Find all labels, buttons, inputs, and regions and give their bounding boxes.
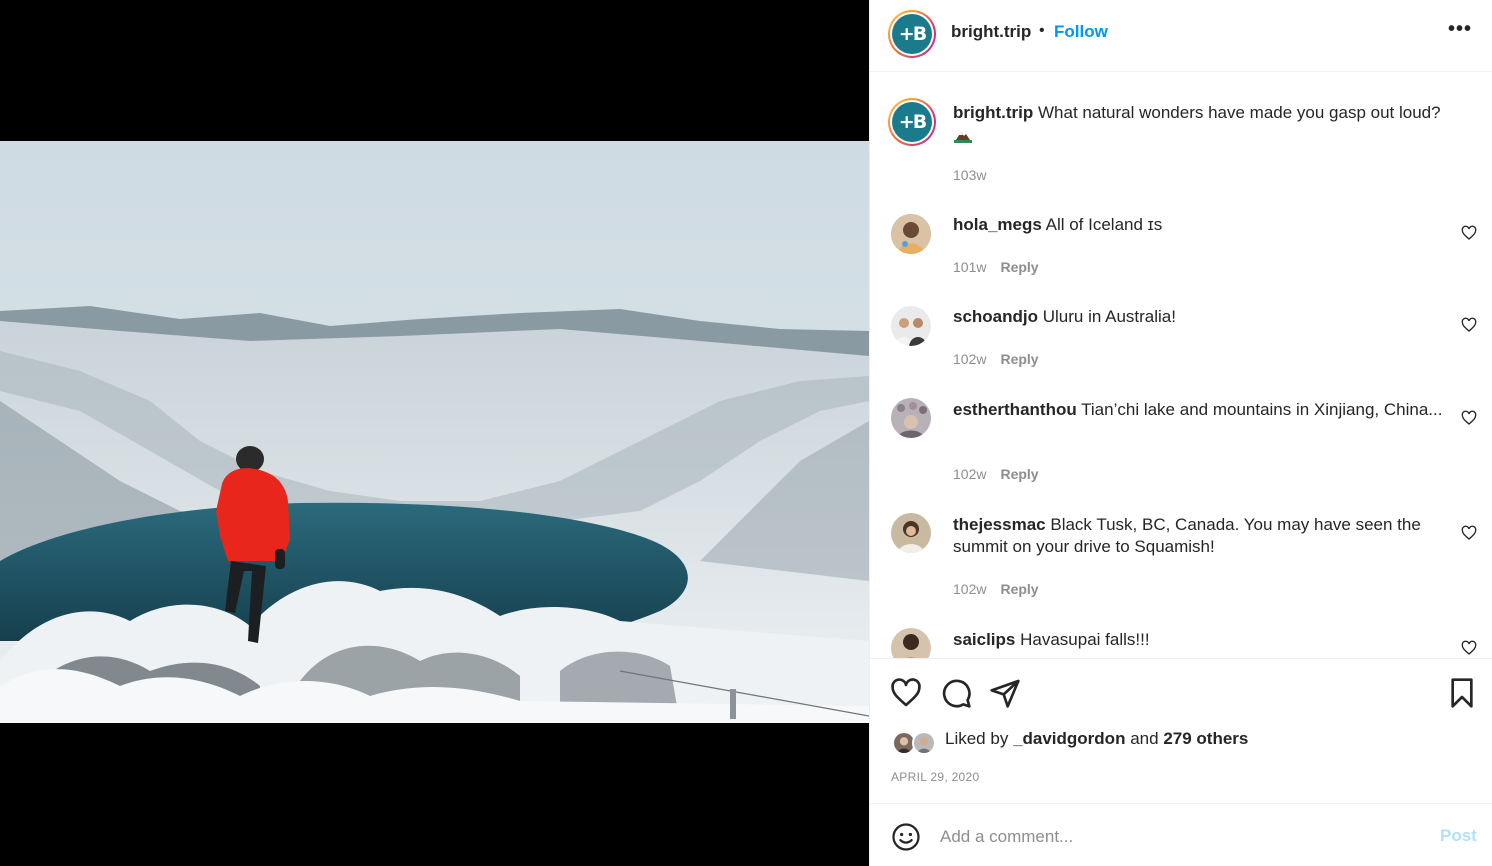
likes-middle: and (1130, 729, 1159, 748)
commenter-avatar[interactable] (891, 214, 931, 254)
comment-username[interactable]: thejessmac (953, 515, 1046, 534)
author-avatar[interactable]: +B (888, 10, 936, 58)
comment-like-heart-icon[interactable] (1461, 225, 1477, 241)
post-comment-button[interactable]: Post (1440, 826, 1477, 846)
liker-avatar[interactable] (912, 731, 936, 755)
commenter-avatar[interactable] (891, 306, 931, 346)
comment-time: 101w (953, 259, 987, 275)
mountain-emoji-icon (954, 132, 972, 143)
comment-body: Uluru in Australia! (1042, 307, 1176, 326)
caption-avatar[interactable]: +B (888, 98, 936, 146)
paper-plane-icon[interactable] (989, 677, 1021, 709)
comment-text: saiclips Havasupai falls!!! (953, 629, 1453, 651)
separator-dot: • (1039, 22, 1045, 39)
avatar-logo-text: +B (892, 102, 932, 142)
comment-text: schoandjo Uluru in Australia! (953, 306, 1453, 328)
emoji-icon[interactable] (891, 822, 921, 852)
caption-meta: 103w (953, 167, 986, 183)
comment-text: thejessmac Black Tusk, BC, Canada. You m… (953, 514, 1453, 558)
comment-username[interactable]: saiclips (953, 630, 1015, 649)
comment-input[interactable] (940, 824, 1420, 850)
likes-prefix: Liked by (945, 729, 1009, 748)
comment-body: All of Iceland ɪs (1045, 215, 1163, 234)
comment-like-heart-icon[interactable] (1461, 640, 1477, 656)
comments-list[interactable]: +B bright.trip What natural wonders have… (870, 72, 1492, 658)
author-username[interactable]: bright.trip (951, 22, 1031, 42)
post-header: +B bright.trip • Follow ••• (870, 0, 1492, 72)
reply-button[interactable]: Reply (1000, 466, 1038, 482)
caption-text: bright.trip What natural wonders have ma… (953, 102, 1453, 150)
comment-icon[interactable] (940, 677, 972, 709)
comment-like-heart-icon[interactable] (1461, 525, 1477, 541)
commenter-avatar[interactable] (891, 398, 931, 438)
avatar-logo-text: +B (892, 14, 932, 54)
comment-meta: 101w Reply (953, 259, 1039, 275)
post-actions: Liked by _davidgordon and 279 others APR… (870, 658, 1492, 803)
post-date[interactable]: APRIL 29, 2020 (891, 770, 979, 784)
follow-button[interactable]: Follow (1054, 22, 1108, 42)
comment-body: Tian’chi lake and mountains in Xinjiang,… (1081, 400, 1443, 419)
comment-time: 102w (953, 351, 987, 367)
comment-meta: 102w Reply (953, 351, 1039, 367)
likes-others[interactable]: 279 others (1163, 729, 1248, 748)
add-comment-bar: Post (870, 803, 1492, 866)
comment-username[interactable]: schoandjo (953, 307, 1038, 326)
liker-username[interactable]: _davidgordon (1013, 729, 1125, 748)
bookmark-icon[interactable] (1446, 677, 1478, 709)
commenter-avatar[interactable] (891, 628, 931, 658)
caption-username[interactable]: bright.trip (953, 103, 1033, 122)
comment-like-heart-icon[interactable] (1461, 317, 1477, 333)
reply-button[interactable]: Reply (1000, 581, 1038, 597)
comment-username[interactable]: estherthanthou (953, 400, 1077, 419)
reply-button[interactable]: Reply (1000, 259, 1038, 275)
comment-like-heart-icon[interactable] (1461, 410, 1477, 426)
comment-meta: 102w Reply (953, 581, 1039, 597)
comment-time: 102w (953, 581, 987, 597)
comment-text: hola_megs All of Iceland ɪs (953, 214, 1453, 236)
post-side-panel: +B bright.trip • Follow ••• +B bright.tr… (869, 0, 1492, 866)
comment-body: Havasupai falls!!! (1020, 630, 1150, 649)
comment-time: 102w (953, 466, 987, 482)
post-photo[interactable] (0, 141, 869, 723)
comment-meta: 102w Reply (953, 466, 1039, 482)
comment-text: estherthanthou Tian’chi lake and mountai… (953, 399, 1453, 421)
caption-time: 103w (953, 167, 987, 183)
heart-icon[interactable] (890, 677, 922, 709)
media-area (0, 0, 869, 866)
comment-username[interactable]: hola_megs (953, 215, 1042, 234)
reply-button[interactable]: Reply (1000, 351, 1038, 367)
post-dialog: +B bright.trip • Follow ••• +B bright.tr… (0, 0, 1492, 866)
commenter-avatar[interactable] (891, 513, 931, 553)
more-options-icon[interactable]: ••• (1448, 18, 1472, 41)
likes-summary: Liked by _davidgordon and 279 others (945, 729, 1248, 749)
caption-body: What natural wonders have made you gasp … (1038, 103, 1441, 122)
